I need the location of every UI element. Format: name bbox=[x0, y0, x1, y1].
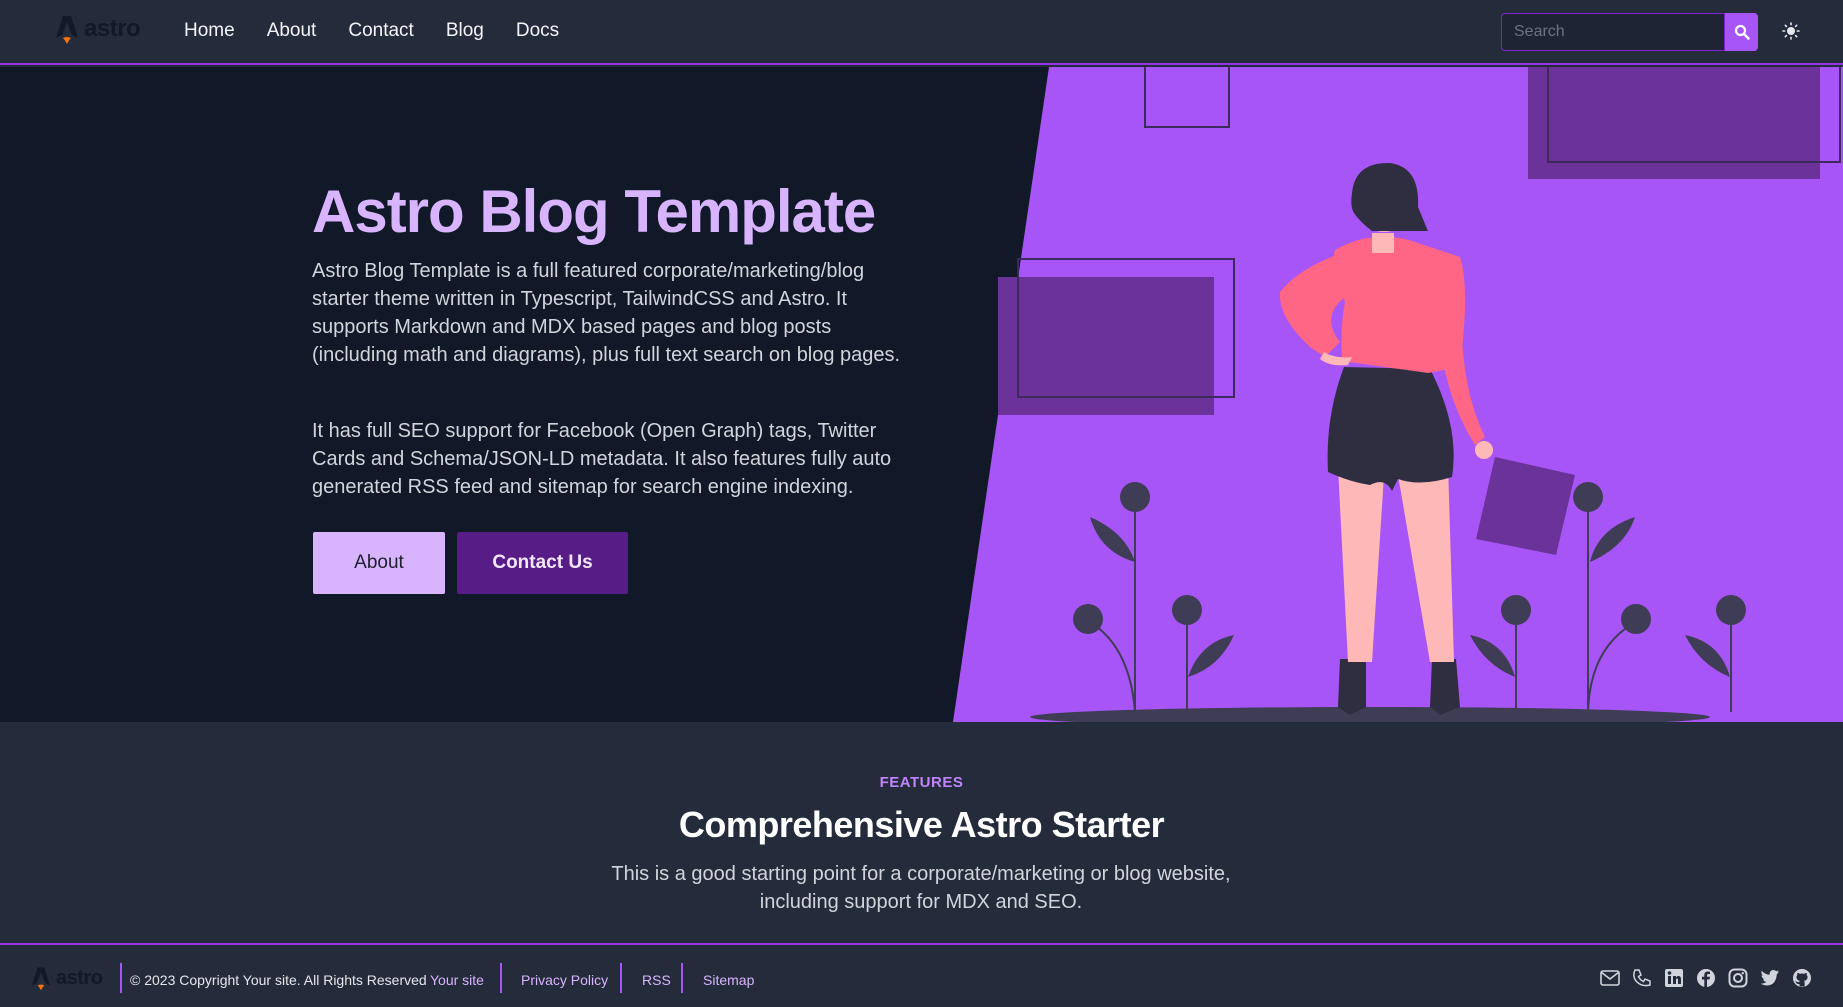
github-icon[interactable] bbox=[1791, 967, 1813, 989]
twitter-icon[interactable] bbox=[1759, 967, 1781, 989]
hero-title: Astro Blog Template bbox=[312, 178, 876, 245]
search-button[interactable] bbox=[1725, 13, 1758, 51]
about-button[interactable]: About bbox=[313, 532, 445, 594]
footer-link-rss[interactable]: RSS bbox=[642, 972, 671, 988]
logo-text: astro bbox=[84, 15, 141, 42]
astro-logo-icon bbox=[32, 965, 50, 991]
nav-about[interactable]: About bbox=[267, 20, 317, 42]
site-footer: astro © 2023 Copyright Your site. All Ri… bbox=[0, 943, 1843, 1007]
theme-toggle-button[interactable] bbox=[1778, 18, 1804, 44]
footer-link-sitemap[interactable]: Sitemap bbox=[703, 972, 754, 988]
contact-us-button[interactable]: Contact Us bbox=[457, 532, 628, 594]
footer-logo-text: astro bbox=[56, 966, 103, 989]
footer-divider bbox=[500, 963, 502, 993]
header-logo[interactable]: astro bbox=[56, 14, 141, 44]
hero-section: Astro Blog Template Astro Blog Template … bbox=[0, 67, 1843, 722]
footer-logo[interactable]: astro bbox=[32, 965, 103, 991]
footer-divider bbox=[620, 963, 622, 993]
footer-site-link[interactable]: Your site bbox=[430, 972, 484, 988]
facebook-icon[interactable] bbox=[1695, 967, 1717, 989]
hero-seo-description: It has full SEO support for Facebook (Op… bbox=[312, 420, 892, 498]
nav-contact[interactable]: Contact bbox=[348, 20, 413, 42]
footer-copyright: © 2023 Copyright Your site. All Rights R… bbox=[130, 972, 427, 988]
mail-icon[interactable] bbox=[1599, 967, 1621, 989]
hero-illustration bbox=[953, 67, 1843, 722]
nav-blog[interactable]: Blog bbox=[446, 20, 484, 42]
phone-icon[interactable] bbox=[1631, 967, 1653, 989]
instagram-icon[interactable] bbox=[1727, 967, 1749, 989]
nav-docs[interactable]: Docs bbox=[516, 20, 559, 42]
linkedin-icon[interactable] bbox=[1663, 967, 1685, 989]
astro-logo-icon bbox=[56, 14, 78, 44]
footer-divider bbox=[120, 963, 122, 993]
main-nav: Home About Contact Blog Docs bbox=[184, 20, 559, 42]
footer-divider bbox=[681, 963, 683, 993]
social-links bbox=[1599, 967, 1813, 989]
features-eyebrow: FEATURES bbox=[879, 774, 964, 791]
footer-link-privacy[interactable]: Privacy Policy bbox=[521, 972, 608, 988]
features-title: Comprehensive Astro Starter bbox=[678, 804, 1165, 845]
hero-description: Astro Blog Template is a full featured c… bbox=[312, 260, 901, 366]
sun-icon bbox=[1782, 22, 1800, 40]
search-icon bbox=[1734, 24, 1750, 40]
search-input[interactable] bbox=[1501, 13, 1725, 51]
features-description: This is a good starting point for a corp… bbox=[611, 863, 1231, 913]
site-header: astro Home About Contact Blog Docs bbox=[0, 0, 1843, 65]
nav-home[interactable]: Home bbox=[184, 20, 235, 42]
